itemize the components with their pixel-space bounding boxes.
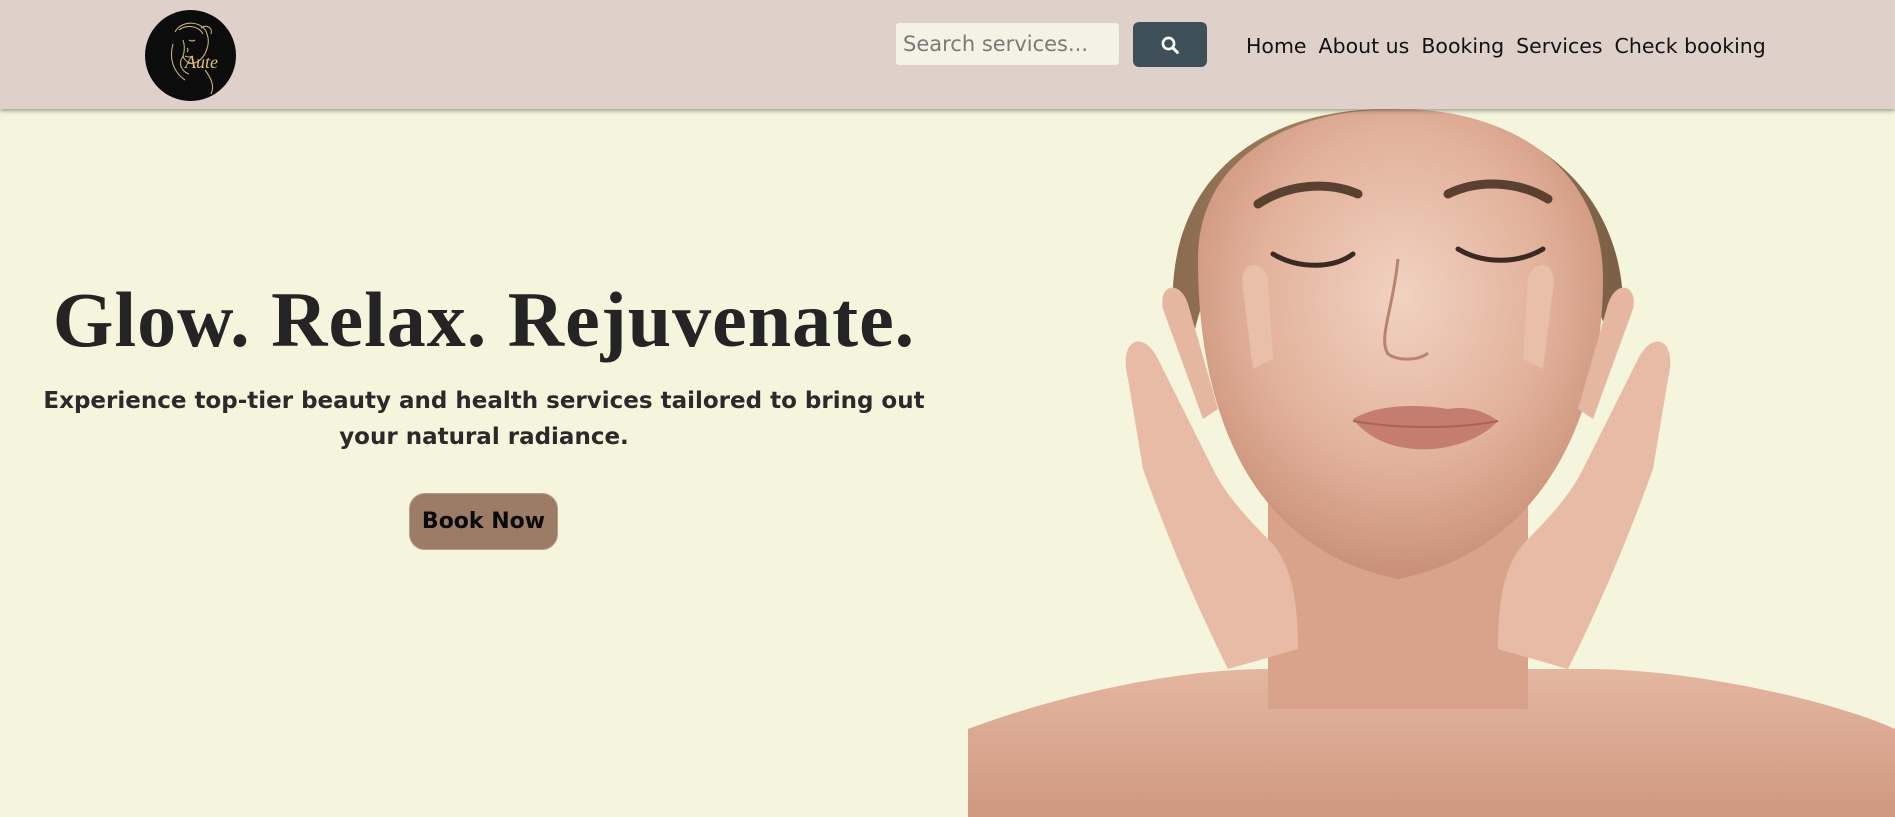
- hero-section: Glow. Relax. Rejuvenate. Experience top-…: [0, 109, 968, 817]
- nav-services-link[interactable]: Services: [1510, 34, 1608, 58]
- brand-logo[interactable]: Aute: [145, 10, 236, 101]
- book-now-button[interactable]: Book Now: [409, 493, 558, 550]
- hero-subtitle: Experience top-tier beauty and health se…: [43, 388, 925, 450]
- hero-title: Glow. Relax. Rejuvenate.: [52, 276, 916, 363]
- search-button[interactable]: [1133, 22, 1207, 67]
- search-input[interactable]: [895, 22, 1120, 66]
- nav-about-link[interactable]: About us: [1313, 34, 1416, 58]
- main-nav: Home About us Booking Services Check boo…: [1240, 28, 1772, 64]
- hero-image: [968, 109, 1895, 817]
- search-icon: [1161, 36, 1179, 54]
- woman-portrait-logo-icon: Aute: [170, 22, 218, 95]
- nav-booking-link[interactable]: Booking: [1415, 34, 1510, 58]
- woman-face-photo-icon: [968, 109, 1895, 817]
- nav-home-link[interactable]: Home: [1240, 34, 1313, 58]
- nav-check-booking-link[interactable]: Check booking: [1609, 34, 1772, 58]
- logo-text: Aute: [184, 52, 218, 72]
- site-header: Aute Home About us Booking Services Chec…: [0, 0, 1895, 109]
